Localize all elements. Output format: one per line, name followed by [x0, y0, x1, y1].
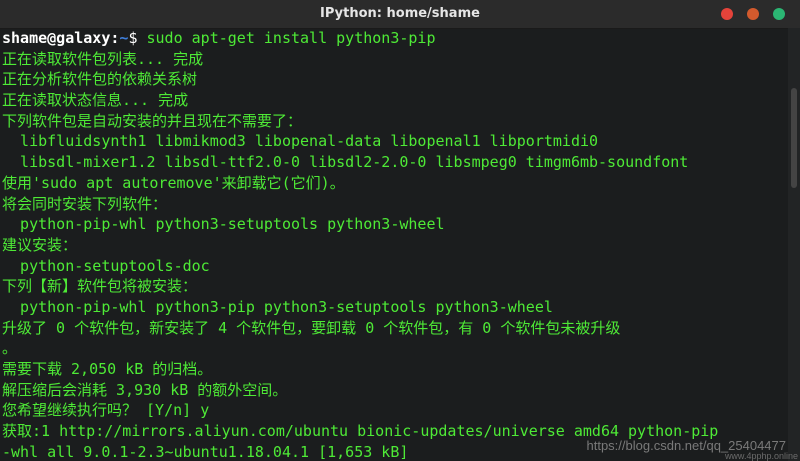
output-line: 正在分析软件包的依赖关系树 — [2, 70, 198, 89]
minimize-button[interactable] — [721, 8, 733, 20]
close-button[interactable] — [773, 8, 785, 20]
title-bar[interactable]: IPython: home/shame — [0, 0, 800, 29]
output-line: 正在读取状态信息... 完成 — [2, 91, 189, 110]
output-line: 建议安装： — [2, 235, 78, 254]
output-line: 您希望继续执行吗？ [Y/n] y — [2, 401, 210, 420]
vertical-scrollbar[interactable] — [788, 28, 800, 461]
output-line: 。 — [2, 339, 18, 358]
command-text: sudo apt-get install python3-pip — [146, 29, 436, 47]
output-line: python-pip-whl python3-pip python3-setup… — [2, 297, 553, 316]
output-line: libsdl-mixer1.2 libsdl-ttf2.0-0 libsdl2-… — [2, 153, 689, 172]
output-line: 下列【新】软件包将被安装： — [2, 277, 198, 296]
output-line: 下列软件包是自动安装的并且现在不需要了： — [2, 111, 303, 130]
prompt-dollar: $ — [128, 29, 147, 47]
output-line: python-pip-whl python3-setuptools python… — [2, 215, 445, 234]
output-line: 升级了 0 个软件包，新安装了 4 个软件包，要卸载 0 个软件包，有 0 个软… — [2, 318, 621, 337]
terminal-window: IPython: home/shame shame@galaxy:~$ sudo… — [0, 0, 800, 461]
output-line: 使用'sudo apt autoremove'来卸载它(它们)。 — [2, 173, 345, 192]
output-line: 正在读取软件包列表... 完成 — [2, 49, 204, 68]
window-title: IPython: home/shame — [320, 6, 480, 21]
output-line: libfluidsynth1 libmikmod3 libopenal-data… — [2, 132, 599, 151]
prompt-user-host: shame@galaxy — [2, 29, 111, 47]
output-line: 解压缩后会消耗 3,930 kB 的额外空间。 — [2, 380, 288, 399]
output-line: python-setuptools-doc — [2, 256, 210, 275]
prompt-line: shame@galaxy:~$ sudo apt-get install pyt… — [0, 28, 788, 49]
maximize-button[interactable] — [747, 8, 759, 20]
watermark-subtext: www.4pphp.online — [724, 451, 798, 461]
scrollbar-thumb[interactable] — [791, 88, 797, 188]
output-line: 需要下载 2,050 kB 的归档。 — [2, 360, 213, 378]
terminal-output[interactable]: shame@galaxy:~$ sudo apt-get install pyt… — [0, 28, 788, 461]
output-line: 将会同时安装下列软件： — [2, 194, 168, 213]
